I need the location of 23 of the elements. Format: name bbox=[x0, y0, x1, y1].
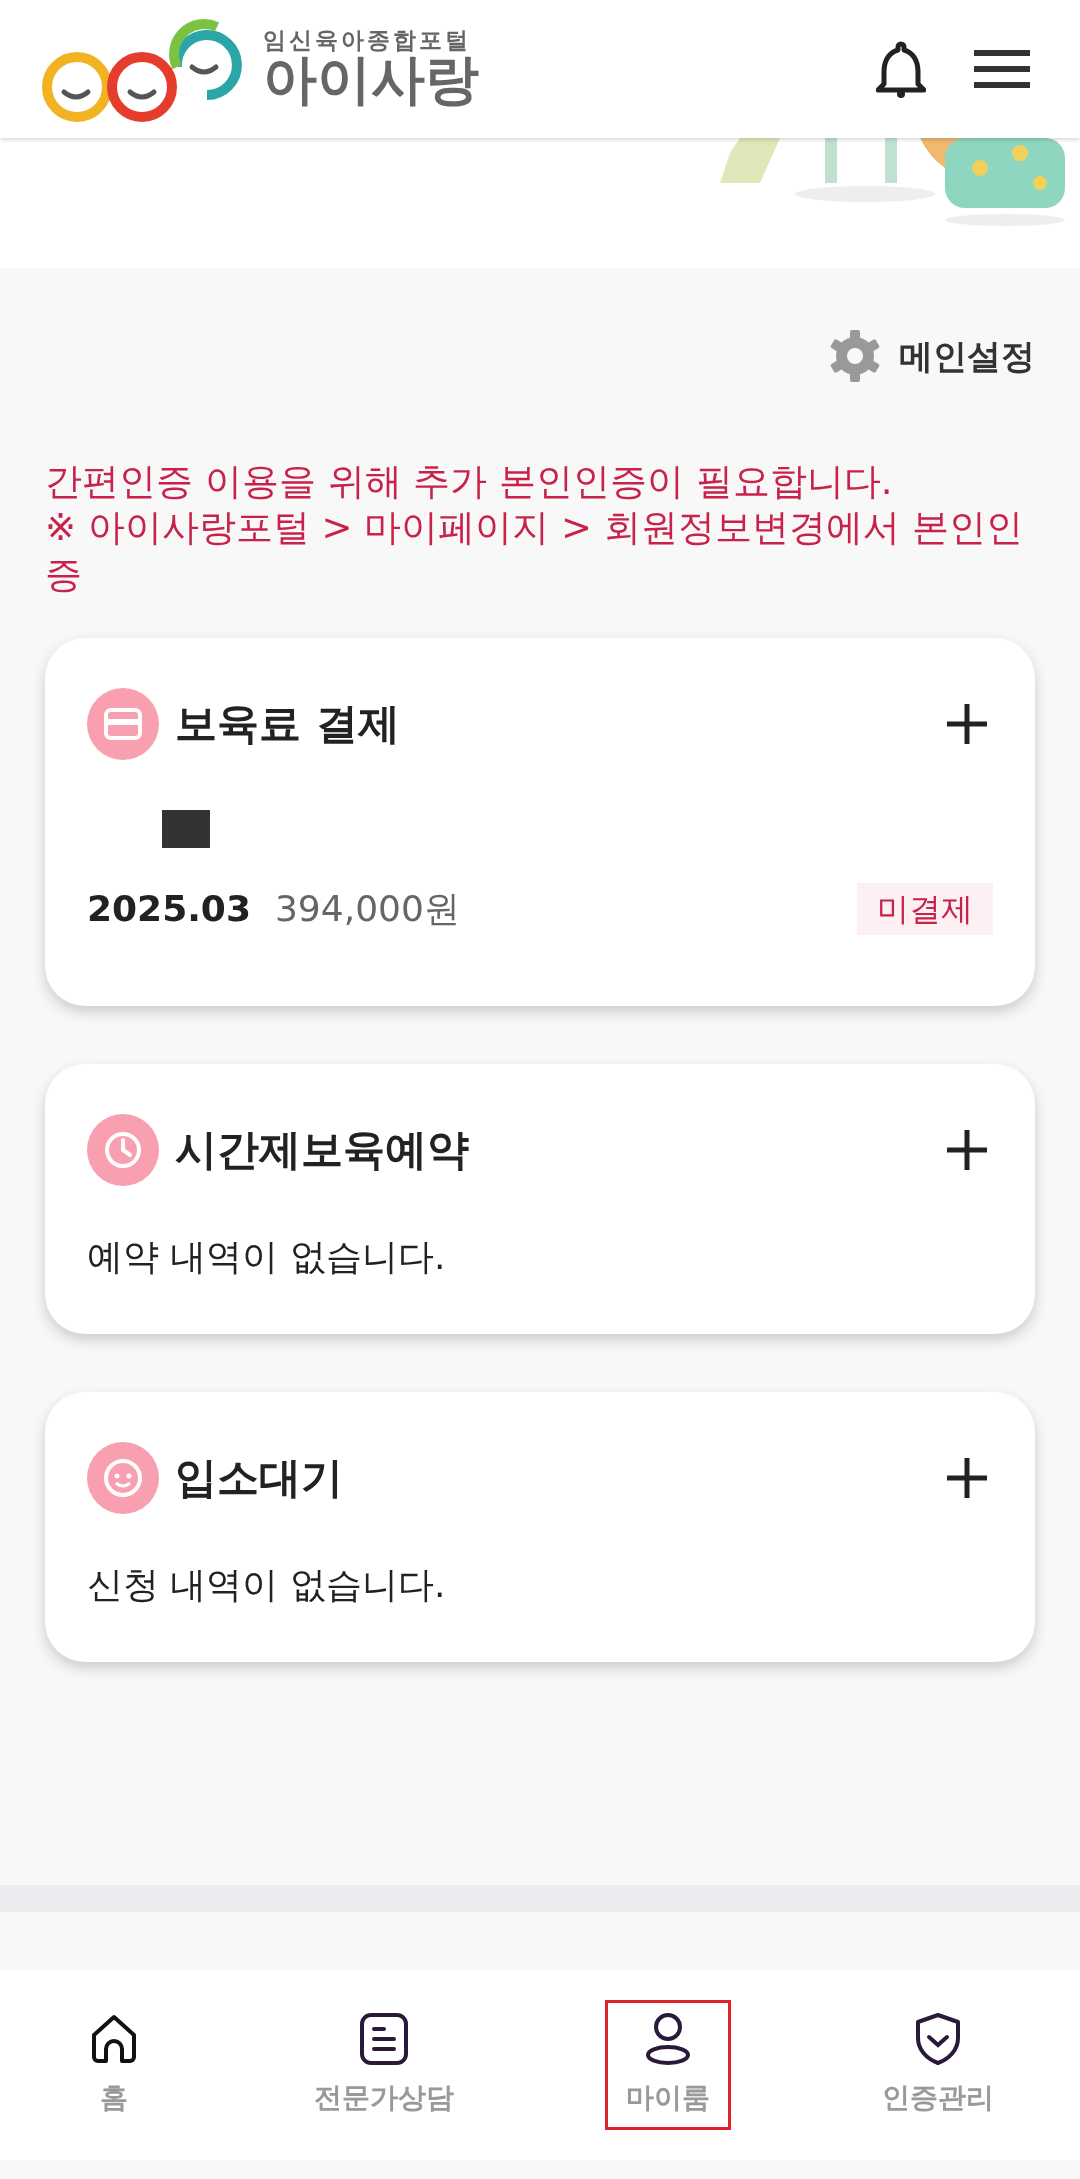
bell-icon[interactable] bbox=[876, 40, 926, 98]
empty-message: 신청 내역이 없습니다. bbox=[87, 1562, 447, 1607]
card-title: 보육료 결제 bbox=[175, 698, 400, 751]
nav-tab[interactable]: 전문가상담 bbox=[293, 2000, 475, 2130]
logo-subtitle: 임신육아종합포털 bbox=[263, 29, 472, 53]
status-badge: 미결제 bbox=[857, 882, 993, 935]
payment-month: 2025.03 bbox=[87, 886, 251, 931]
notice-text: ※ 아이사랑포털 > 마이페이지 > 회원정보변경에서 본인인증 bbox=[45, 505, 1024, 598]
payment-amount: 394,000원 bbox=[274, 886, 460, 931]
logo-title: 아이사랑 bbox=[263, 52, 479, 109]
card-icon bbox=[103, 706, 143, 741]
nav-tab[interactable]: 마이룸 bbox=[605, 2000, 731, 2130]
main-settings-button[interactable]: 메인설정 bbox=[827, 328, 1035, 384]
card-title: 시간제보육예약 bbox=[175, 1124, 469, 1177]
nav-tab[interactable]: 인증관리 bbox=[861, 2000, 1015, 2130]
nav-tab[interactable]: 홈 bbox=[65, 2000, 163, 2130]
redacted-block bbox=[162, 809, 210, 848]
face-icon bbox=[102, 1456, 144, 1499]
card-title: 입소대기 bbox=[175, 1452, 343, 1505]
empty-message: 예약 내역이 없습니다. bbox=[87, 1234, 447, 1279]
clock-icon bbox=[103, 1129, 143, 1170]
notice-text: 간편인증 이용을 위해 추가 본인인증이 필요합니다. bbox=[45, 459, 894, 505]
menu-icon[interactable] bbox=[974, 49, 1030, 89]
